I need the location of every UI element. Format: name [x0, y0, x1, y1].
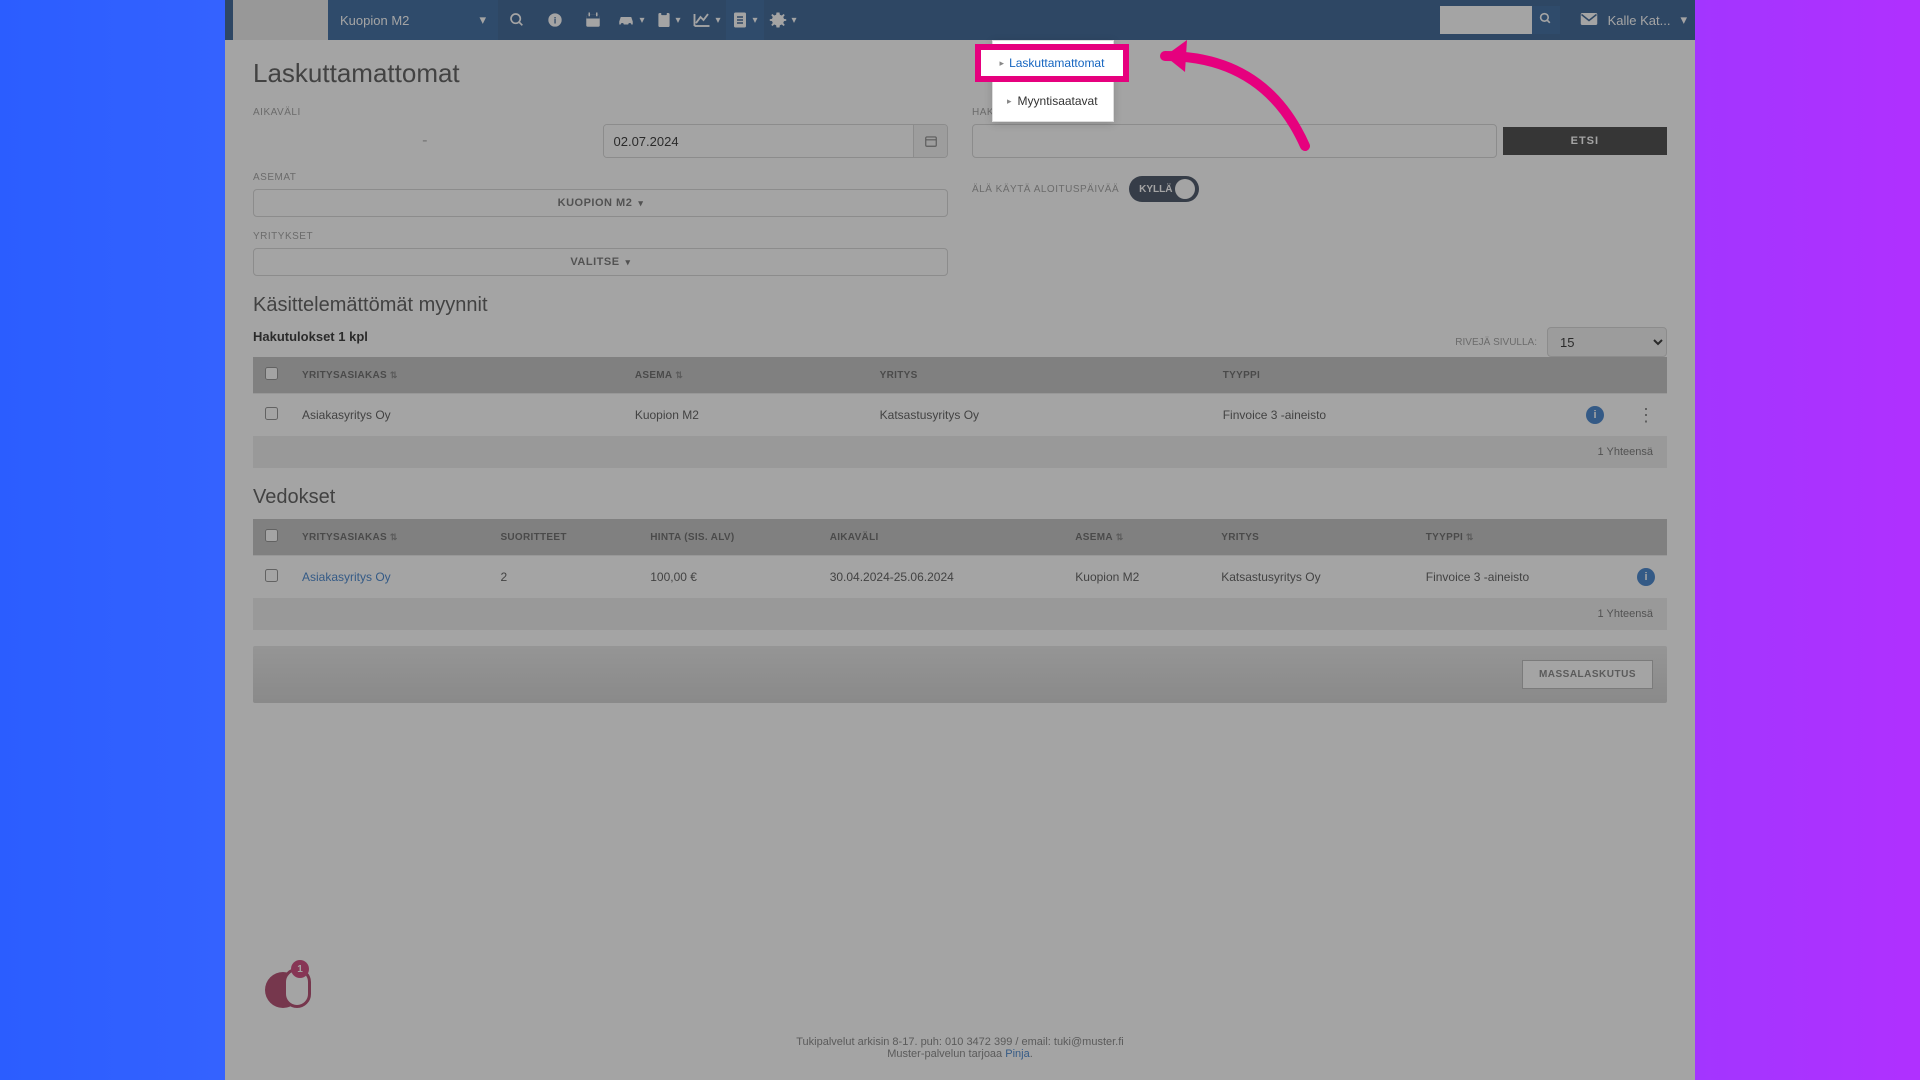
table-row: Asiakasyritys Oy Kuopion M2 Katsastusyri… [253, 394, 1667, 437]
col2-suoritteet[interactable]: SUORITTEET [488, 519, 638, 556]
row-checkbox[interactable] [265, 569, 278, 582]
col2-aikavali[interactable]: AIKAVÄLI [818, 519, 1064, 556]
table1-footer: 1 Yhteensä [253, 436, 1667, 468]
cell-tyyppi: Finvoice 3 -aineisto [1211, 394, 1565, 437]
calendar-button[interactable] [913, 125, 947, 157]
user-menu[interactable]: Kalle Kat... ▾ [1580, 12, 1687, 29]
logo [233, 0, 328, 40]
table-drafts: YRITYSASIAKAS SUORITTEET HINTA (SIS. ALV… [253, 519, 1667, 598]
col-yritysasiakas[interactable]: YRITYSASIAKAS [290, 357, 623, 394]
date-from[interactable]: - [253, 132, 597, 150]
kebab-icon[interactable]: ⋮ [1637, 405, 1655, 425]
badge-count: 1 [291, 960, 309, 978]
info-icon[interactable]: i [536, 0, 574, 40]
cell-asema: Kuopion M2 [623, 394, 868, 437]
menu-laskuttamattomat[interactable]: Laskuttamattomat [993, 41, 1113, 81]
top-search-button[interactable] [1532, 6, 1560, 34]
col2-hinta[interactable]: HINTA (SIS. ALV) [638, 519, 817, 556]
search-button[interactable]: ETSI [1503, 127, 1667, 155]
info-icon[interactable]: i [1586, 406, 1604, 424]
cell2-aikavali: 30.04.2024-25.06.2024 [818, 556, 1064, 599]
clipboard-icon[interactable] [650, 0, 688, 40]
select-all-1[interactable] [265, 367, 278, 380]
date-to-input[interactable] [604, 125, 914, 157]
toggle-label: ÄLÄ KÄYTÄ ALOITUSPÄIVÄÄ [972, 184, 1119, 195]
mass-invoice-button[interactable]: MASSALASKUTUS [1522, 660, 1653, 689]
massbtn-row: MASSALASKUTUS [253, 646, 1667, 703]
col-yritys[interactable]: YRITYS [868, 357, 1211, 394]
col-tyyppi[interactable]: TYYPPI [1211, 357, 1565, 394]
table2-footer: 1 Yhteensä [253, 598, 1667, 630]
filters: AIKAVÄLI - ASEMAT KUOPION M2 YRITYKSET V… [253, 107, 1667, 276]
svg-text:i: i [554, 15, 557, 25]
col2-tyyppi[interactable]: TYYPPI [1414, 519, 1625, 556]
yritykset-label: YRITYKSET [253, 231, 948, 242]
page-title: Laskuttamattomat [253, 58, 1667, 89]
cell2-yritysasiakas[interactable]: Asiakasyritys Oy [290, 556, 488, 599]
results-count: Hakutulokset 1 kpl [253, 329, 368, 344]
hakusana-input[interactable] [972, 124, 1497, 158]
cell2-suoritteet: 2 [488, 556, 638, 599]
billing-dropdown: Laskuttamattomat Myyntisaatavat [992, 40, 1114, 122]
footer-line1: Tukipalvelut arkisin 8-17. puh: 010 3472… [225, 1036, 1695, 1048]
row-checkbox[interactable] [265, 407, 278, 420]
col-asema[interactable]: ASEMA [623, 357, 868, 394]
info-icon[interactable]: i [1637, 568, 1655, 586]
footer-link[interactable]: Pinja [1005, 1048, 1029, 1060]
toggle-startdate[interactable]: KYLLÄ [1129, 176, 1199, 202]
calendar-icon[interactable] [574, 0, 612, 40]
mail-icon [1580, 12, 1598, 29]
chevron-down-icon: ▾ [479, 12, 486, 28]
help-widget[interactable]: 1 [265, 960, 313, 1008]
select-all-2[interactable] [265, 529, 278, 542]
top-search [1440, 6, 1560, 34]
top-search-input[interactable] [1440, 6, 1532, 34]
col2-asema[interactable]: ASEMA [1063, 519, 1209, 556]
station-dropdown[interactable]: Kuopion M2 ▾ [328, 0, 498, 40]
chart-icon[interactable] [688, 0, 726, 40]
table-unprocessed: YRITYSASIAKAS ASEMA YRITYS TYYPPI Asiaka… [253, 357, 1667, 436]
section2-title: Vedokset [253, 486, 1667, 509]
search-icon[interactable] [498, 0, 536, 40]
cell2-asema: Kuopion M2 [1063, 556, 1209, 599]
perpage-select[interactable]: 15 [1547, 327, 1667, 357]
footer: Tukipalvelut arkisin 8-17. puh: 010 3472… [225, 1036, 1695, 1060]
cell-yritys: Katsastusyritys Oy [868, 394, 1211, 437]
station-label: Kuopion M2 [340, 13, 409, 28]
cell2-tyyppi: Finvoice 3 -aineisto [1414, 556, 1625, 599]
table-row: Asiakasyritys Oy 2 100,00 € 30.04.2024-2… [253, 556, 1667, 599]
gear-icon[interactable] [764, 0, 802, 40]
aikavali-label: AIKAVÄLI [253, 107, 948, 118]
chevron-down-icon: ▾ [1680, 12, 1687, 28]
content: Laskuttamattomat AIKAVÄLI - ASEMAT KUOPI… [225, 40, 1695, 721]
asemat-dropdown[interactable]: KUOPION M2 [253, 189, 948, 217]
perpage-label: RIVEJÄ SIVULLA: [1455, 337, 1537, 348]
asemat-label: ASEMAT [253, 172, 948, 183]
cell-yritysasiakas: Asiakasyritys Oy [290, 394, 623, 437]
cell2-hinta: 100,00 € [638, 556, 817, 599]
car-icon[interactable] [612, 0, 650, 40]
cell2-yritys: Katsastusyritys Oy [1209, 556, 1414, 599]
list-icon[interactable] [726, 0, 764, 40]
topbar: Kuopion M2 ▾ i [225, 0, 1695, 40]
col2-yritys[interactable]: YRITYS [1209, 519, 1414, 556]
user-name: Kalle Kat... [1608, 13, 1671, 28]
section1-title: Käsittelemättömät myynnit [253, 294, 1667, 317]
menu-myyntisaatavat[interactable]: Myyntisaatavat [993, 81, 1113, 121]
col2-yritysasiakas[interactable]: YRITYSASIAKAS [290, 519, 488, 556]
yritykset-dropdown[interactable]: VALITSE [253, 248, 948, 276]
